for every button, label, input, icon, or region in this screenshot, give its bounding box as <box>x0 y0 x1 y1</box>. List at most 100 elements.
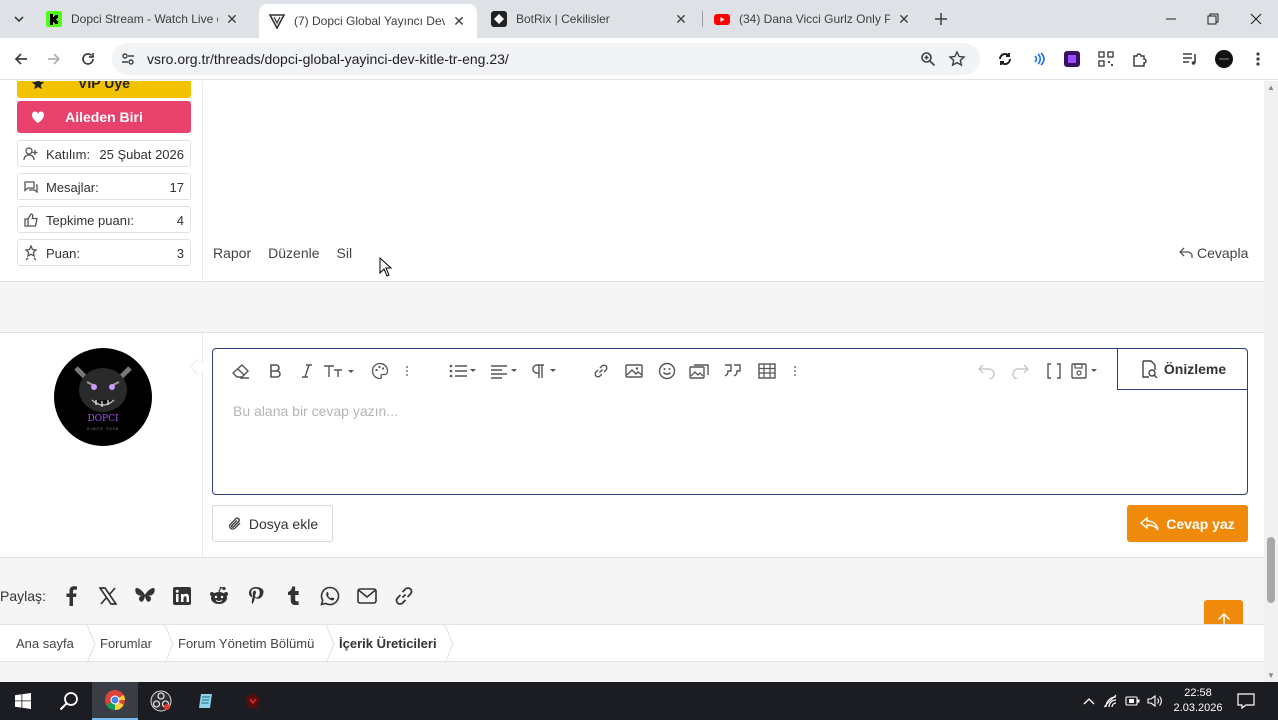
align-button[interactable] <box>490 361 520 381</box>
arrow-left-icon <box>14 53 27 65</box>
page-scrollbar[interactable]: ▲ ▼ <box>1264 81 1278 682</box>
breadcrumb-item[interactable]: Ana sayfa <box>16 636 74 651</box>
taskbar-game[interactable] <box>230 682 276 720</box>
media-button[interactable] <box>689 361 711 381</box>
paragraph-button[interactable] <box>531 361 561 381</box>
extension-purple-button[interactable] <box>1062 49 1082 69</box>
tumblr-icon[interactable] <box>282 585 304 607</box>
stat-value[interactable]: 17 <box>170 180 184 195</box>
extension-sync-button[interactable] <box>995 49 1015 69</box>
redo-button[interactable] <box>1010 361 1030 381</box>
reload-button[interactable] <box>77 48 99 70</box>
more-text-button[interactable] <box>403 361 411 381</box>
taskbar-clock[interactable]: 22:58 2.03.2026 <box>1170 686 1226 716</box>
drafts-button[interactable] <box>1071 361 1103 381</box>
reddit-icon[interactable] <box>208 585 230 607</box>
quote-button[interactable] <box>722 361 744 381</box>
taskbar-search-button[interactable] <box>46 682 92 720</box>
tab-botrix[interactable]: BotRix | Cekilisler ✕ <box>481 0 699 38</box>
stat-key[interactable]: Mesajlar: <box>46 180 99 195</box>
page-content: VIP Üye Aileden Biri Katılım: 25 Şubat 2… <box>0 81 1264 682</box>
forward-button[interactable] <box>43 48 65 70</box>
address-bar[interactable]: vsro.org.tr/threads/dopci-global-yayinci… <box>112 43 980 75</box>
tray-battery[interactable] <box>1125 693 1141 709</box>
tab-youtube[interactable]: (34) Dana Vicci Gurlz Only Priva ✕ <box>704 0 922 38</box>
stat-key[interactable]: Puan: <box>46 246 80 261</box>
undo-button[interactable] <box>977 361 997 381</box>
scrollbar-thumb[interactable] <box>1267 537 1275 603</box>
text-color-button[interactable] <box>370 361 390 381</box>
media-controls-button[interactable] <box>1180 49 1200 69</box>
start-button[interactable] <box>0 682 46 720</box>
breadcrumb-item[interactable]: Forumlar <box>100 636 152 651</box>
insert-table-button[interactable] <box>757 361 777 381</box>
avatar[interactable]: DOPCI SINCE 2005 <box>54 348 152 446</box>
extension-audio-button[interactable] <box>1028 49 1048 69</box>
breadcrumb-item[interactable]: Forum Yönetim Bölümü <box>178 636 314 651</box>
facebook-icon[interactable] <box>60 585 82 607</box>
tray-overflow[interactable] <box>1081 693 1097 709</box>
taskbar-app[interactable] <box>184 682 230 720</box>
reply-label: Cevapla <box>1197 245 1249 261</box>
close-icon[interactable]: ✕ <box>673 11 689 27</box>
bbcode-toggle-button[interactable] <box>1044 361 1064 381</box>
whatsapp-icon[interactable] <box>319 585 341 607</box>
back-button[interactable] <box>10 48 32 70</box>
notification-center-icon[interactable] <box>1237 692 1255 710</box>
clear-format-button[interactable] <box>231 361 251 381</box>
close-icon[interactable]: ✕ <box>896 11 912 27</box>
link-icon[interactable] <box>393 585 415 607</box>
close-icon[interactable]: ✕ <box>224 11 240 27</box>
pinterest-icon[interactable] <box>245 585 267 607</box>
reply-user-column: DOPCI SINCE 2005 <box>0 333 203 557</box>
taskbar-obs[interactable] <box>138 682 184 720</box>
more-insert-button[interactable] <box>791 361 799 381</box>
attach-file-button[interactable]: Dosya ekle <box>212 505 333 542</box>
reply-link[interactable]: Cevapla <box>1179 245 1248 261</box>
post-reply-button[interactable]: Cevap yaz <box>1127 505 1248 542</box>
minimize-button[interactable] <box>1160 8 1182 30</box>
tray-volume[interactable] <box>1147 693 1163 709</box>
tab-vsro[interactable]: (7) Dopci Global Yayıncı Dev Kit ✕ <box>259 4 477 38</box>
family-label: Aileden Biri <box>65 109 143 125</box>
search-icon <box>59 692 78 711</box>
reply-placeholder[interactable]: Bu alana bir cevap yazın... <box>233 403 398 419</box>
insert-link-button[interactable] <box>591 361 611 381</box>
close-window-button[interactable] <box>1245 8 1267 30</box>
preview-button[interactable]: Önizleme <box>1117 349 1248 390</box>
bold-button[interactable] <box>265 361 285 381</box>
report-link[interactable]: Rapor <box>213 245 251 261</box>
list-button[interactable] <box>449 361 479 381</box>
stat-value[interactable]: 3 <box>177 246 184 261</box>
emoji-button[interactable] <box>657 361 677 381</box>
restore-button[interactable] <box>1202 8 1224 30</box>
extensions-button[interactable] <box>1130 49 1150 69</box>
close-icon[interactable]: ✕ <box>451 13 467 29</box>
site-settings-icon[interactable] <box>120 51 136 67</box>
breadcrumb-separator <box>86 625 96 663</box>
scroll-up-icon[interactable]: ▲ <box>1267 83 1275 92</box>
zoom-icon[interactable] <box>920 51 936 67</box>
new-tab-button[interactable] <box>931 9 951 29</box>
reply-editor[interactable]: Önizleme Bu alana bir cevap yazın... <box>212 348 1248 495</box>
tray-network[interactable] <box>1103 693 1119 709</box>
insert-image-button[interactable] <box>624 361 644 381</box>
breadcrumb-item[interactable]: İçerik Üreticileri <box>339 636 437 651</box>
email-icon[interactable] <box>356 585 378 607</box>
scroll-down-icon[interactable]: ▼ <box>1267 671 1275 680</box>
profile-button[interactable] <box>1214 49 1234 69</box>
tab-kick[interactable]: Dopci Stream - Watch Live on K ✕ <box>36 0 250 38</box>
taskbar-chrome[interactable] <box>92 682 138 720</box>
bookmark-star-icon[interactable] <box>948 50 966 68</box>
extension-qr-button[interactable] <box>1096 49 1116 69</box>
delete-link[interactable]: Sil <box>337 245 353 261</box>
x-icon[interactable] <box>97 585 119 607</box>
italic-button[interactable] <box>297 361 317 381</box>
tab-search-button[interactable] <box>8 8 30 30</box>
edit-link[interactable]: Düzenle <box>268 245 319 261</box>
url-text[interactable]: vsro.org.tr/threads/dopci-global-yayinci… <box>147 51 509 67</box>
chrome-menu-button[interactable] <box>1248 49 1268 69</box>
bluesky-icon[interactable] <box>134 585 156 607</box>
linkedin-icon[interactable] <box>171 585 193 607</box>
font-size-button[interactable] <box>323 361 357 381</box>
